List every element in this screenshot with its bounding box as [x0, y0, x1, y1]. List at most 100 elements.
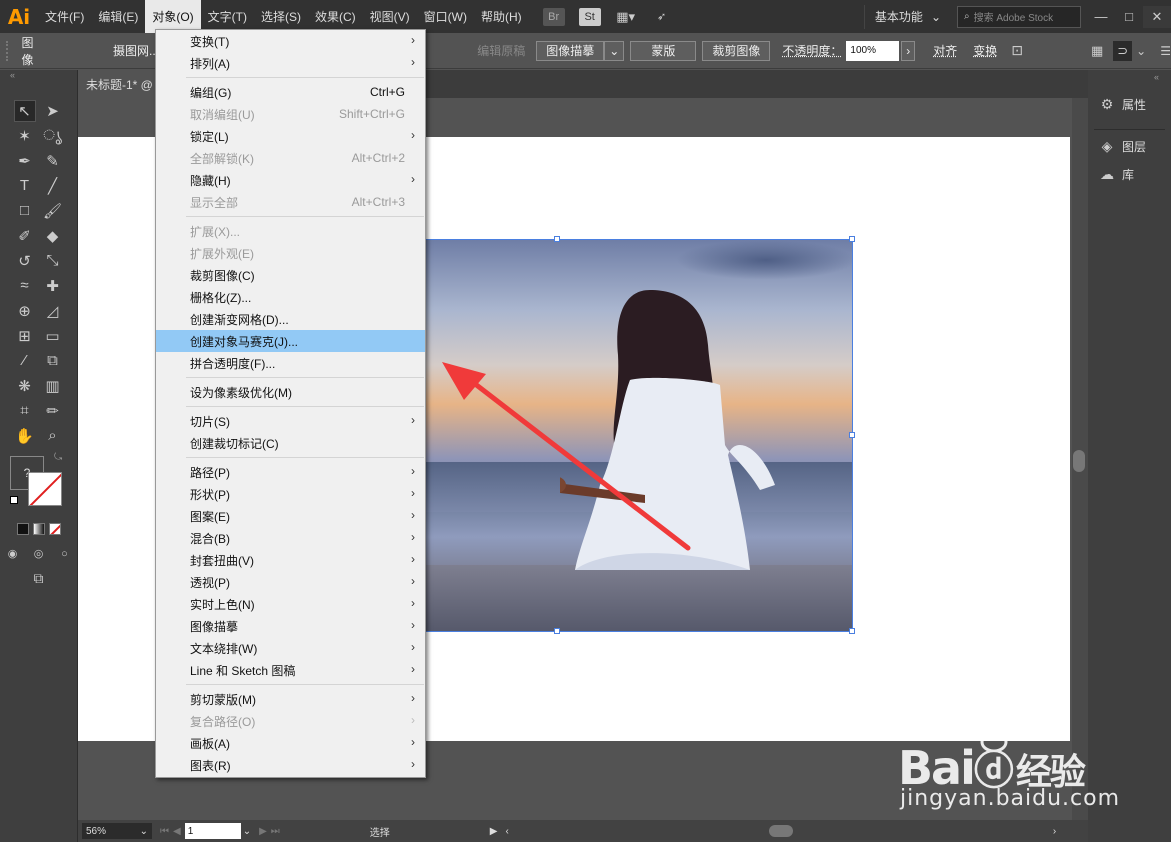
shaper-tool-icon[interactable]: ✐ — [14, 225, 36, 247]
blend-tool-icon[interactable]: ⧉ — [42, 350, 64, 372]
opacity-input[interactable]: 100% — [846, 40, 900, 61]
eraser-tool-icon[interactable]: ◆ — [42, 225, 64, 247]
zoom-tool-icon[interactable]: ⌕ — [42, 425, 64, 447]
shape-builder-tool-icon[interactable]: ⊕ — [14, 300, 36, 322]
none-mode-icon[interactable] — [48, 522, 61, 535]
menu-item[interactable]: 裁剪图像(C) — [156, 264, 425, 286]
menu-item[interactable]: 设为像素级优化(M) — [156, 381, 425, 403]
arrange-documents-icon[interactable]: ▦▾ — [615, 8, 637, 26]
isolate-icon[interactable]: ⊡ — [1011, 42, 1023, 59]
direct-selection-tool-icon[interactable]: ➤ — [42, 100, 64, 122]
libraries-panel-tab[interactable]: ☁ 库 — [1088, 160, 1171, 188]
menu-item[interactable]: 创建对象马赛克(J)... — [156, 330, 425, 352]
line-tool-icon[interactable]: ╱ — [42, 175, 64, 197]
menu-item[interactable]: 拼合透明度(F)... — [156, 352, 425, 374]
expand-icon[interactable]: « — [1088, 70, 1171, 88]
menu-item[interactable]: 隐藏(H) › — [156, 169, 425, 191]
menu-item[interactable]: 路径(P) › — [156, 461, 425, 483]
chevron-down-icon[interactable]: ⌄ — [243, 826, 251, 837]
menu-item[interactable]: 栅格化(Z)... — [156, 286, 425, 308]
menu-item[interactable]: 图像描摹 › — [156, 615, 425, 637]
menu-item[interactable]: 封套扭曲(V) › — [156, 549, 425, 571]
scroll-thumb[interactable] — [1073, 450, 1085, 472]
collapse-icon[interactable]: « — [0, 70, 77, 80]
stock-icon[interactable]: St — [578, 7, 601, 26]
selection-handle[interactable] — [849, 628, 855, 634]
menu-edit[interactable]: 编辑(E) — [91, 0, 145, 33]
draw-behind-icon[interactable]: ◎ — [28, 543, 50, 565]
menu-item[interactable]: 透视(P) › — [156, 571, 425, 593]
menu-item[interactable]: 文本绕排(W) › — [156, 637, 425, 659]
selection-handle[interactable] — [554, 236, 560, 242]
last-artboard-icon[interactable]: ⏭ — [271, 826, 280, 837]
draw-inside-icon[interactable]: ○ — [54, 543, 76, 565]
status-menu-arrow-icon[interactable]: ▶ — [490, 826, 498, 837]
gradient-mode-icon[interactable] — [32, 522, 45, 535]
perspective-grid-tool-icon[interactable]: ◿ — [42, 300, 64, 322]
mesh-tool-icon[interactable]: ⊞ — [14, 325, 36, 347]
align-link[interactable]: 对齐 — [929, 42, 961, 59]
scale-tool-icon[interactable]: ⤡ — [42, 250, 64, 272]
menu-item[interactable]: 混合(B) › — [156, 527, 425, 549]
grip-handle[interactable] — [6, 40, 16, 61]
chevron-down-icon[interactable]: ⌄ — [1136, 44, 1146, 58]
horizontal-scroll-thumb[interactable] — [768, 825, 793, 837]
menu-item[interactable]: 编组(G) Ctrl+G — [156, 81, 425, 103]
zoom-dropdown[interactable]: 56% ⌄ — [82, 823, 152, 839]
selection-tool-icon[interactable]: ↖ — [13, 99, 36, 122]
type-tool-icon[interactable]: T — [14, 175, 36, 197]
menu-item[interactable]: 锁定(L) › — [156, 125, 425, 147]
menu-item[interactable]: 图表(R) › — [156, 754, 425, 776]
maximize-button[interactable]: □ — [1115, 6, 1143, 28]
screen-mode-icon[interactable]: ⧉ — [28, 568, 50, 590]
menu-item[interactable]: 形状(P) › — [156, 483, 425, 505]
curvature-tool-icon[interactable]: ✎ — [42, 150, 64, 172]
edit-original-button[interactable]: 编辑原稿 — [468, 41, 534, 61]
stock-search-input[interactable]: ⌕ 搜索 Adobe Stock — [957, 5, 1081, 28]
menu-item[interactable]: 排列(A) › — [156, 52, 425, 74]
default-colors-icon[interactable] — [10, 496, 18, 504]
puppet-warp-tool-icon[interactable]: ✚ — [42, 275, 64, 297]
swap-icon[interactable]: ⤿ — [54, 452, 62, 463]
hand-tool-icon[interactable]: ✋ — [14, 425, 36, 447]
mask-button[interactable]: 蒙版 — [630, 40, 697, 61]
crop-image-button[interactable]: 裁剪图像 — [702, 40, 771, 61]
menu-item[interactable]: 切片(S) › — [156, 410, 425, 432]
pen-tool-icon[interactable]: ✒ — [14, 150, 36, 172]
properties-panel-tab[interactable]: ⚙ 属性 — [1088, 90, 1171, 118]
stroke-swatch[interactable] — [28, 472, 62, 506]
eyedropper-tool-icon[interactable]: ⁄ — [14, 350, 36, 372]
rectangle-tool-icon[interactable]: □ — [14, 200, 36, 222]
menu-help[interactable]: 帮助(H) — [474, 0, 529, 33]
menu-item[interactable]: 创建渐变网格(D)... — [156, 308, 425, 330]
color-mode-icon[interactable] — [16, 522, 29, 535]
menu-item[interactable]: 实时上色(N) › — [156, 593, 425, 615]
draw-normal-icon[interactable]: ◉ — [2, 543, 24, 565]
opacity-arrow-button[interactable]: › — [901, 40, 916, 61]
menu-file[interactable]: 文件(F) — [38, 0, 91, 33]
artboard-number-input[interactable]: 1 — [184, 823, 241, 839]
slice-tool-icon[interactable]: ✏ — [42, 400, 64, 422]
menu-item[interactable]: 画板(A) › — [156, 732, 425, 754]
close-button[interactable]: ✕ — [1143, 5, 1171, 28]
trace-preset-dropdown[interactable]: ⌄ — [604, 40, 625, 61]
menu-item[interactable]: 图案(E) › — [156, 505, 425, 527]
magic-wand-tool-icon[interactable]: ✶ — [14, 125, 36, 147]
panel-menu-icon[interactable]: ☰ — [1160, 44, 1171, 58]
next-artboard-icon[interactable]: ▶ — [259, 826, 267, 837]
minimize-button[interactable]: — — [1087, 6, 1115, 28]
gpu-performance-icon[interactable]: ➶ — [651, 8, 673, 26]
lasso-tool-icon[interactable]: ൃ — [42, 125, 64, 147]
transform-link[interactable]: 变换 — [969, 42, 1001, 59]
menu-item[interactable]: 变换(T) › — [156, 30, 425, 52]
rotate-tool-icon[interactable]: ↺ — [14, 250, 36, 272]
layers-panel-tab[interactable]: ◈ 图层 — [1088, 132, 1171, 160]
menu-item[interactable]: 创建裁切标记(C) — [156, 432, 425, 454]
workspace-switcher[interactable]: 基本功能 ⌄ — [863, 4, 951, 29]
selection-handle[interactable] — [849, 432, 855, 438]
menu-item[interactable]: Line 和 Sketch 图稿 › — [156, 659, 425, 681]
selection-handle[interactable] — [849, 236, 855, 242]
properties-toggle-icon[interactable]: ⊃ — [1113, 40, 1133, 61]
artboard-tool-icon[interactable]: ⌗ — [14, 400, 36, 422]
image-trace-button[interactable]: 图像描摹 — [536, 40, 605, 61]
